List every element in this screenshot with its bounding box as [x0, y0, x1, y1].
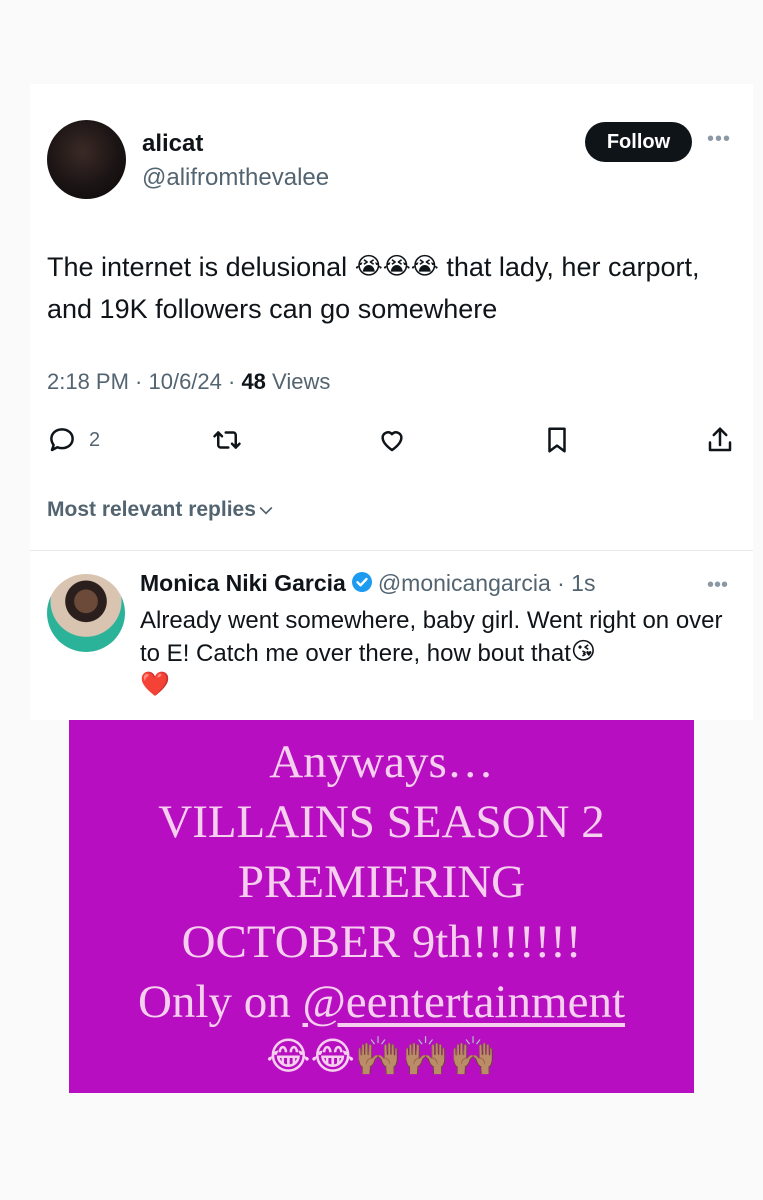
handle[interactable]: @alifromthevalee [142, 164, 329, 192]
reply-icon [50, 428, 74, 452]
repost-button[interactable] [212, 422, 242, 458]
tweet-text: The internet is delusional 😭😭😭 that lady… [47, 246, 727, 330]
repost-icon [213, 431, 241, 449]
promo-line-5-prefix: Only on [137, 976, 303, 1028]
reply-count: 2 [89, 428, 101, 451]
chevron-down-icon [259, 506, 273, 515]
reply-button[interactable]: 2 [47, 422, 100, 458]
replies-sort-dropdown[interactable]: Most relevant replies [47, 498, 276, 522]
views-count: 48 [241, 369, 266, 394]
reply-text: Already went somewhere, baby girl. Went … [140, 604, 740, 703]
promo-line-2: VILLAINS SEASON 2 [158, 796, 605, 848]
red-heart-emoji: ❤️ [140, 671, 170, 698]
reply-header: Monica Niki Garcia @monicangarcia · 1s [140, 570, 595, 597]
views-label: Views [272, 369, 331, 394]
like-button[interactable] [377, 422, 407, 458]
bookmark-icon [548, 427, 566, 453]
promo-mention-link[interactable]: @eentertainment [302, 976, 625, 1028]
share-button[interactable] [705, 422, 735, 458]
divider [30, 550, 753, 551]
tweet-meta: 2:18 PM · 10/6/24 · 48 Views [47, 369, 330, 395]
heart-icon [381, 431, 403, 452]
avatar[interactable] [47, 120, 126, 199]
crying-emoji: 😭😭😭 [354, 253, 439, 280]
tweet-card: alicat @alifromthevalee Follow ••• The i… [30, 84, 753, 720]
reply-more-icon[interactable]: ••• [707, 574, 728, 597]
replies-sort-label: Most relevant replies [47, 498, 256, 521]
follow-button[interactable]: Follow [585, 122, 692, 162]
reply-text-body: Already went somewhere, baby girl. Went … [140, 607, 723, 667]
share-icon [708, 427, 732, 452]
kiss-emoji: 😘 [570, 638, 596, 665]
tweet-text-part1: The internet is delusional [47, 252, 348, 282]
promo-banner: Anyways… VILLAINS SEASON 2 PREMIERING OC… [69, 720, 694, 1093]
promo-line-4: OCTOBER 9th!!!!!!! [181, 916, 582, 968]
action-bar: 2 [47, 422, 737, 458]
bookmark-button[interactable] [542, 422, 572, 458]
verified-badge-icon [351, 572, 372, 592]
promo-emoji: 😂😂🙌🏽🙌🏽🙌🏽 [266, 1034, 497, 1078]
promo-line-3: PREMIERING [237, 856, 526, 908]
promo-line-1: Anyways… [269, 736, 494, 788]
tweet-time[interactable]: 2:18 PM · 10/6/24 · [47, 369, 241, 394]
reply-avatar[interactable] [47, 574, 125, 652]
promo-line-5: Only on @eentertainment [69, 972, 694, 1032]
reply-name[interactable]: Monica Niki Garcia [140, 570, 346, 596]
reply-handle-time[interactable]: @monicangarcia · 1s [378, 570, 596, 596]
more-icon[interactable]: ••• [707, 128, 731, 151]
display-name[interactable]: alicat [142, 130, 203, 158]
